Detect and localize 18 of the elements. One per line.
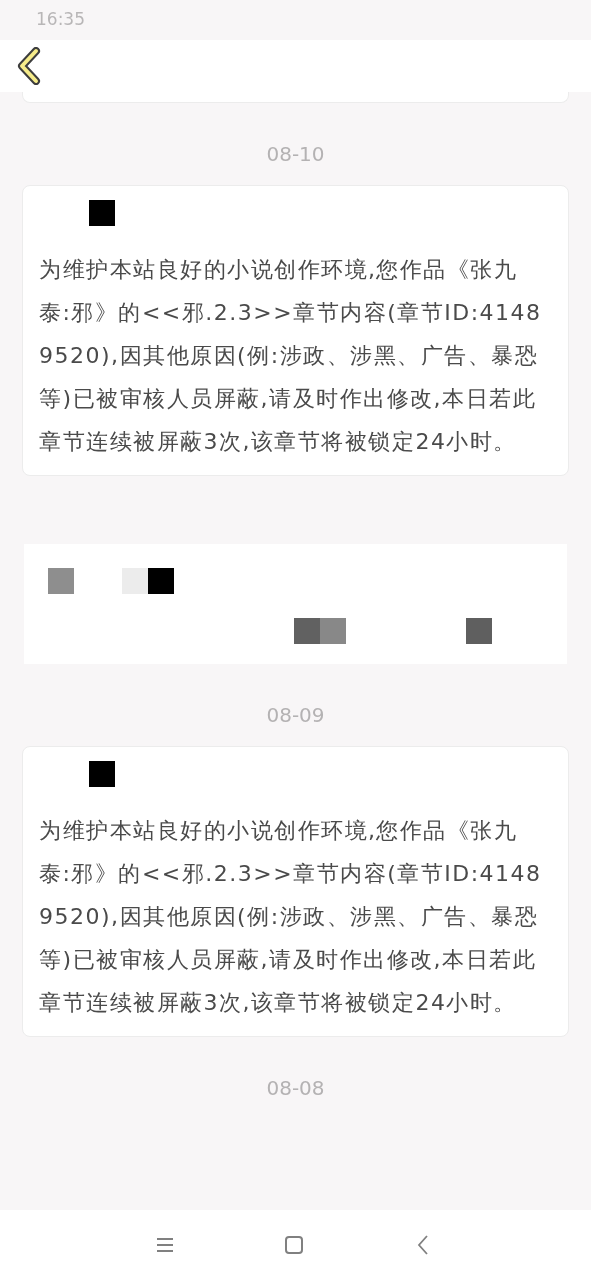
redaction-block: [294, 618, 320, 644]
notice-text: 为维护本站良好的小说创作环境,您作品《张九泰:邪》的<<邪.2.3>>章节内容(章节ID:41489520),因其他原因(例:涉政、涉黑、广告、暴恐等)已被审核人员屏蔽,请及时作出修改,本日若此章节连续被屏蔽3次,该章节将被锁定24小时。: [39, 256, 543, 456]
back-icon: [416, 1235, 429, 1255]
date-label: 08-09: [266, 702, 325, 728]
redaction-block: [48, 568, 74, 594]
redaction-block: [320, 618, 346, 644]
redaction-block: [466, 618, 492, 644]
redaction-block: [89, 200, 115, 226]
date-label: 08-10: [266, 141, 325, 167]
status-time: 16:35: [36, 8, 85, 32]
redaction-block: [122, 568, 148, 594]
menu-icon: [155, 1237, 174, 1253]
notice-text: 为维护本站良好的小说创作环境,您作品《张九泰:邪》的<<邪.2.3>>章节内容(章节ID:41489520),因其他原因(例:涉政、涉黑、广告、暴恐等)已被审核人员屏蔽,请及时作出修改,本日若此章节连续被屏蔽3次,该章节将被锁定24小时。: [39, 817, 543, 1017]
redaction-block: [89, 761, 115, 787]
date-label: 08-08: [266, 1075, 325, 1101]
home-icon: [284, 1236, 303, 1254]
back-icon: [16, 47, 42, 85]
redaction-block: [148, 568, 174, 594]
